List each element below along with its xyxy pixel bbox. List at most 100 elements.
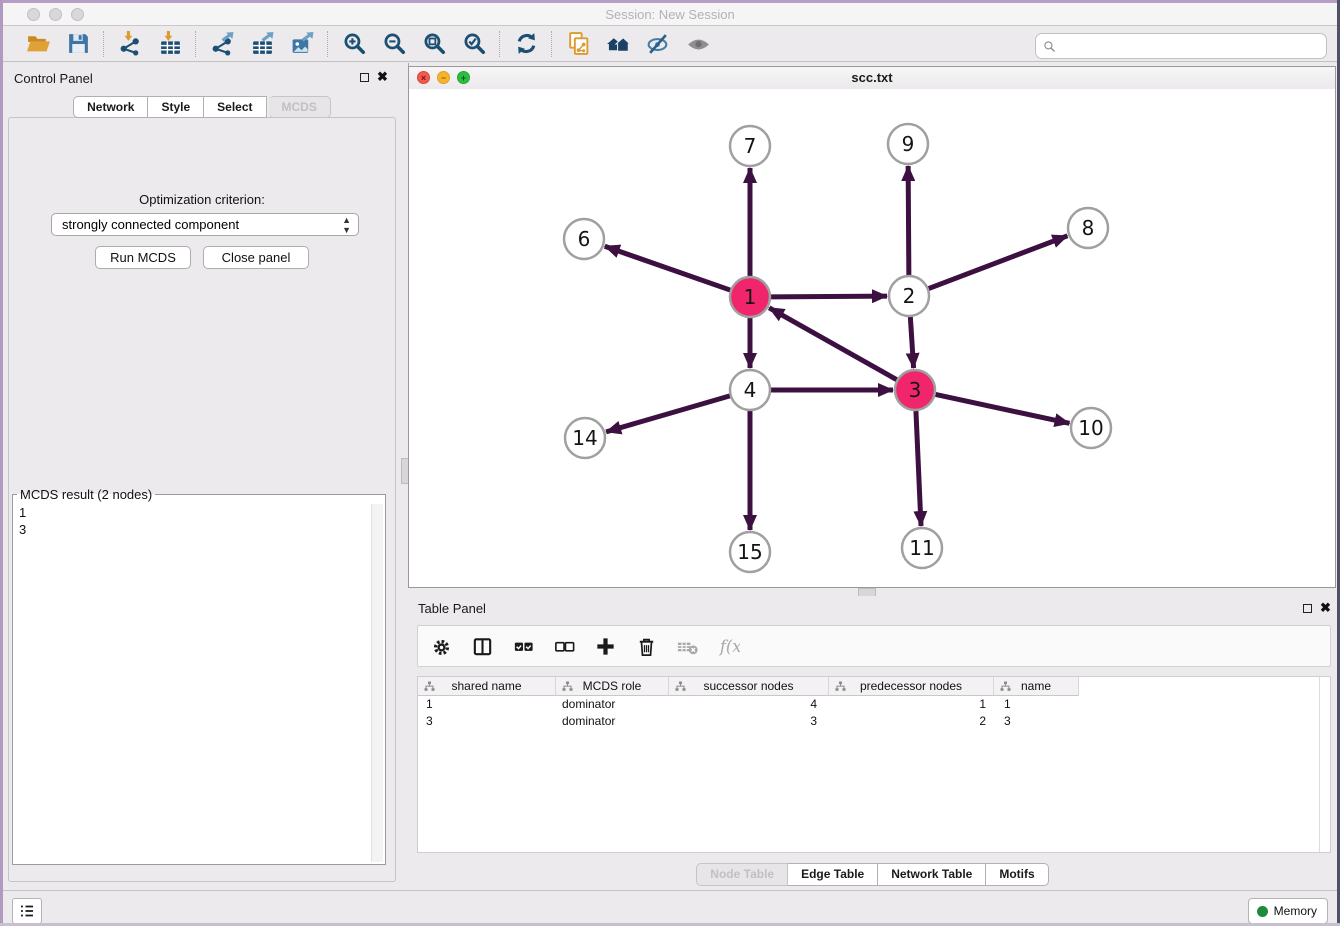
split-view-icon [471, 635, 494, 658]
edge-4-14[interactable] [606, 396, 730, 432]
memory-button[interactable]: Memory [1248, 898, 1328, 924]
zoom-selected-button[interactable] [461, 31, 487, 57]
tab-edge-table[interactable]: Edge Table [788, 863, 878, 886]
graph-node-6[interactable]: 6 [564, 219, 604, 259]
search-input[interactable] [1060, 36, 1326, 56]
graph-node-1[interactable]: 1 [730, 277, 770, 317]
tab-select[interactable]: Select [204, 96, 266, 118]
tab-style[interactable]: Style [148, 96, 204, 118]
delete-column-button[interactable] [633, 633, 659, 659]
column-header-MCDS-role[interactable]: MCDS role [556, 677, 669, 696]
svg-text:11: 11 [909, 536, 934, 560]
network-view-window: × − + scc.txt 7968124314101511 [408, 66, 1336, 588]
node-table: shared name MCDS role successor nodesprede… [417, 676, 1331, 853]
float-table-panel-icon[interactable] [1303, 604, 1312, 613]
cell-successor-nodes[interactable]: 3 [669, 713, 829, 730]
column-header-shared-name[interactable]: shared name [418, 677, 556, 696]
graph-node-3[interactable]: 3 [895, 370, 935, 410]
export-network-button[interactable] [209, 31, 235, 57]
edge-2-3[interactable] [910, 317, 913, 368]
float-panel-icon[interactable] [360, 73, 369, 82]
zoom-in-button[interactable] [341, 31, 367, 57]
edge-3-1[interactable] [769, 308, 897, 380]
edge-3-10[interactable] [936, 394, 1070, 423]
select-all-icon [512, 635, 535, 658]
table-settings-button[interactable] [428, 633, 454, 659]
edge-1-2[interactable] [771, 296, 887, 297]
first-neighbors-button[interactable] [605, 31, 631, 57]
app-titlebar: Session: New Session [3, 3, 1337, 26]
open-session-icon [26, 31, 51, 56]
new-network-from-selection-button[interactable] [565, 31, 591, 57]
network-canvas[interactable]: 7 9 6 8 1 2 4 3 14 10 15 11 [409, 89, 1335, 587]
graph-node-4[interactable]: 4 [730, 370, 770, 410]
table-row-1[interactable]: 1dominator411 [418, 696, 1079, 713]
close-panel-button[interactable]: Close panel [203, 246, 309, 269]
graph-node-15[interactable]: 15 [730, 532, 770, 572]
tab-motifs[interactable]: Motifs [986, 863, 1048, 886]
hide-selected-button[interactable] [645, 31, 671, 57]
export-image-button[interactable] [289, 31, 315, 57]
search-box [1035, 33, 1327, 59]
function-builder-icon: f(x) [717, 635, 740, 658]
first-neighbors-icon [606, 31, 631, 56]
edge-2-9[interactable] [908, 166, 909, 275]
graph-node-7[interactable]: 7 [730, 126, 770, 166]
deselect-all-button[interactable] [551, 633, 577, 659]
column-header-predecessor-nodes[interactable]: predecessor nodes [829, 677, 994, 696]
open-session-button[interactable] [25, 31, 51, 57]
graph-node-11[interactable]: 11 [902, 528, 942, 568]
column-header-name[interactable]: name [994, 677, 1079, 696]
edge-1-6[interactable] [605, 246, 730, 290]
criterion-select[interactable]: strongly connected component ▲▼ [51, 213, 359, 236]
column-label: MCDS role [583, 679, 642, 693]
export-network-icon [210, 31, 235, 56]
save-session-button[interactable] [65, 31, 91, 57]
split-view-button[interactable] [469, 633, 495, 659]
graph-node-2[interactable]: 2 [889, 276, 929, 316]
tab-node-table[interactable]: Node Table [696, 863, 788, 886]
cell-name[interactable]: 3 [994, 713, 1079, 730]
zoom-fit-button[interactable] [421, 31, 447, 57]
cell-MCDS-role[interactable]: dominator [556, 713, 669, 730]
graph-node-8[interactable]: 8 [1068, 208, 1108, 248]
close-table-panel-icon[interactable]: ✖ [1320, 600, 1331, 615]
cell-successor-nodes[interactable]: 4 [669, 696, 829, 713]
cell-predecessor-nodes[interactable]: 2 [829, 713, 994, 730]
column-header-successor-nodes[interactable]: successor nodes [669, 677, 829, 696]
memory-status-dot [1257, 906, 1268, 917]
graph-node-9[interactable]: 9 [888, 124, 928, 164]
svg-text:8: 8 [1082, 216, 1095, 240]
cell-MCDS-role[interactable]: dominator [556, 696, 669, 713]
cell-predecessor-nodes[interactable]: 1 [829, 696, 994, 713]
table-panel-title: Table Panel [418, 601, 486, 616]
edge-3-11[interactable] [916, 411, 921, 526]
toolbar-group [501, 31, 551, 57]
control-panel-title: Control Panel [14, 71, 93, 86]
tab-network-table[interactable]: Network Table [878, 863, 986, 886]
export-table-button[interactable] [249, 31, 275, 57]
tab-network[interactable]: Network [73, 96, 148, 118]
table-row-3[interactable]: 3dominator323 [418, 713, 1079, 730]
import-network-button[interactable] [117, 31, 143, 57]
table-scrollbar[interactable] [1319, 677, 1320, 852]
edge-2-8[interactable] [929, 236, 1068, 289]
status-bar: Memory [3, 890, 1337, 924]
run-mcds-button[interactable]: Run MCDS [95, 246, 191, 269]
show-panels-button[interactable] [12, 898, 42, 924]
refresh-layout-button[interactable] [513, 31, 539, 57]
graph-node-10[interactable]: 10 [1071, 408, 1111, 448]
import-table-button[interactable] [157, 31, 183, 57]
horizontal-splitter[interactable] [408, 588, 1337, 596]
close-panel-icon[interactable]: ✖ [377, 69, 388, 84]
add-column-button[interactable] [592, 633, 618, 659]
cell-shared-name[interactable]: 3 [418, 713, 556, 730]
cell-name[interactable]: 1 [994, 696, 1079, 713]
cell-shared-name[interactable]: 1 [418, 696, 556, 713]
graph-node-14[interactable]: 14 [565, 418, 605, 458]
result-scrollbar[interactable] [371, 504, 383, 862]
tab-mcds[interactable]: MCDS [269, 96, 331, 118]
svg-text:14: 14 [572, 426, 597, 450]
zoom-out-button[interactable] [381, 31, 407, 57]
select-all-button[interactable] [510, 633, 536, 659]
